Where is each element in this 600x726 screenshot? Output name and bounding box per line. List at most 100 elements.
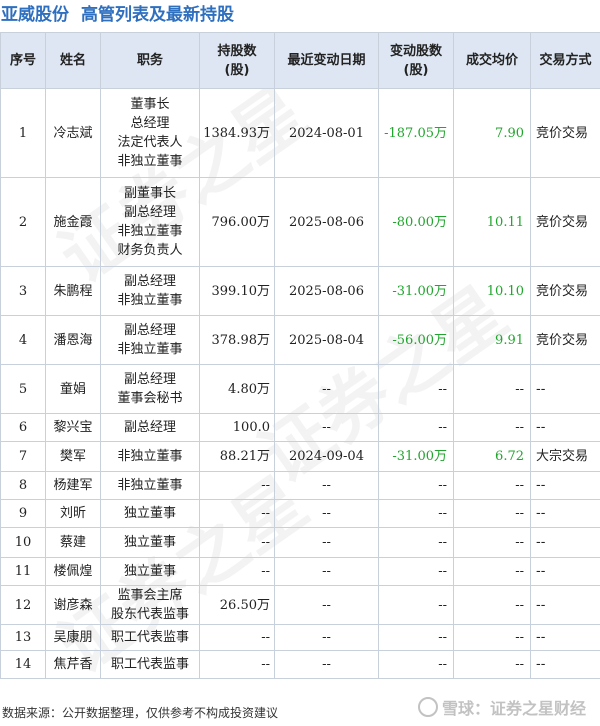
role-line: 副总经理 (123, 274, 176, 289)
cell-price: -- (453, 413, 531, 442)
table-row: 8 杨建军 非独立董事 -- -- -- -- -- (0, 471, 600, 500)
role-line: 独立董事 (123, 564, 176, 579)
cell-roles: 非独立董事 (100, 471, 200, 500)
cell-change: -- (378, 624, 454, 651)
cell-method: 竞价交易 (530, 266, 600, 316)
data-source-note: 数据来源：公开数据整理，仅供参考不构成投资建议 (2, 706, 279, 720)
role-line: 独立董事 (123, 506, 176, 521)
role-line: 副总经理 (123, 205, 176, 220)
cell-date: -- (274, 499, 379, 528)
cell-date: 2025-08-06 (274, 177, 379, 267)
cell-price: 7.90 (453, 88, 531, 178)
cell-date: -- (274, 413, 379, 442)
cell-date: -- (274, 364, 379, 414)
cell-price: 10.10 (453, 266, 531, 316)
cell-roles: 独立董事 (100, 557, 200, 586)
cell-name: 童娟 (45, 364, 101, 414)
cell-no: 8 (0, 471, 46, 500)
table-row: 9 刘昕 独立董事 -- -- -- -- -- (0, 499, 600, 528)
cell-name: 冷志斌 (45, 88, 101, 178)
cell-holding: -- (199, 624, 275, 651)
cell-method: 竞价交易 (530, 88, 600, 178)
cell-holding: 88.21万 (199, 441, 275, 472)
table-row: 12 谢彦森 监事会主席 股东代表监事 26.50万 -- -- -- -- (0, 585, 600, 625)
cell-price: 10.11 (453, 177, 531, 267)
header-text-line: 持股数 (217, 43, 257, 59)
table-row: 6 黎兴宝 副总经理 100.0 -- -- -- -- (0, 413, 600, 442)
cell-roles: 非独立董事 (100, 441, 200, 472)
col-header-price: 成交均价 (453, 32, 531, 89)
role-line: 监事会主席 (117, 588, 183, 603)
cell-method: -- (530, 527, 600, 558)
role-line: 总经理 (130, 116, 170, 131)
cell-price: 6.72 (453, 441, 531, 472)
role-line: 非独立董事 (117, 154, 183, 169)
cell-name: 樊军 (45, 441, 101, 472)
cell-change: -- (378, 499, 454, 528)
cell-roles: 副总经理 (100, 413, 200, 442)
cell-price: -- (453, 499, 531, 528)
cell-date: -- (274, 585, 379, 625)
role-line: 非独立董事 (117, 478, 183, 493)
cell-roles: 独立董事 (100, 527, 200, 558)
col-header-holding: 持股数 (股) (199, 32, 275, 89)
cell-change: -31.00万 (378, 266, 454, 316)
cell-roles: 董事长 总经理 法定代表人 非独立董事 (100, 88, 200, 178)
cell-method: -- (530, 585, 600, 625)
cell-date: -- (274, 624, 379, 651)
table-row: 4 潘恩海 副总经理 非独立董事 378.98万 2025-08-04 -56.00万 9.9… (0, 315, 600, 365)
cell-change: -- (378, 413, 454, 442)
table-row: 13 吴康朋 职工代表监事 -- -- -- -- -- (0, 624, 600, 651)
role-line: 财务负责人 (117, 243, 183, 258)
role-line: 非独立董事 (117, 293, 183, 308)
table-row: 2 施金霞 副董事长 副总经理 非独立董事 财务负责人 796.00万 2025-08-06-… (0, 177, 600, 267)
header-text-line: (股) (224, 62, 250, 78)
cell-change: -- (378, 364, 454, 414)
brand-watermark-text: 雪球：证券之星财经 (441, 699, 586, 718)
role-line: 法定代表人 (117, 135, 183, 150)
cell-roles: 副总经理 非独立董事 (100, 315, 200, 365)
title-bar: 亚威股份 高管列表及最新持股 (0, 0, 600, 32)
cell-method: 大宗交易 (530, 441, 600, 472)
role-line: 非独立董事 (117, 449, 183, 464)
cell-change: -- (378, 471, 454, 500)
table-row: 10 蔡建 独立董事 -- -- -- -- -- (0, 527, 600, 558)
table-body: 1 冷志斌 董事长 总经理 法定代表人 非独立董事 1384.93万 2024-08-01 -1… (0, 88, 600, 679)
cell-price: -- (453, 585, 531, 625)
table-row: 7 樊军 非独立董事 88.21万 2024-09-04 -31.00万 6.72 大宗交易 (0, 441, 600, 472)
cell-date: -- (274, 557, 379, 586)
cell-roles: 职工代表监事 (100, 624, 200, 651)
cell-holding: 399.10万 (199, 266, 275, 316)
col-header-date: 最近变动日期 (274, 32, 379, 89)
cell-holding: 1384.93万 (199, 88, 275, 178)
holdings-table-container: 序号 姓名 职务 持股数 (股) 最近变动日期 变动股数 (股) 成交均价 交易方式… (0, 32, 600, 679)
cell-no: 3 (0, 266, 46, 316)
role-line: 职工代表监事 (110, 630, 189, 645)
table-row: 11 楼佩煌 独立董事 -- -- -- -- -- (0, 557, 600, 586)
cell-roles: 职工代表监事 (100, 650, 200, 679)
cell-date: -- (274, 471, 379, 500)
page-title: 高管列表及最新持股 (81, 5, 234, 25)
cell-holding: 796.00万 (199, 177, 275, 267)
cell-holding: 100.0 (199, 413, 275, 442)
table-header-row: 序号 姓名 职务 持股数 (股) 最近变动日期 变动股数 (股) 成交均价 交易方式 (0, 32, 600, 89)
cell-no: 6 (0, 413, 46, 442)
cell-change: -- (378, 527, 454, 558)
cell-date: -- (274, 527, 379, 558)
cell-change: -56.00万 (378, 315, 454, 365)
cell-date: 2024-09-04 (274, 441, 379, 472)
cell-no: 9 (0, 499, 46, 528)
role-line: 股东代表监事 (110, 607, 189, 622)
cell-price: -- (453, 557, 531, 586)
col-header-name: 姓名 (45, 32, 101, 89)
cell-name: 施金霞 (45, 177, 101, 267)
cell-name: 吴康朋 (45, 624, 101, 651)
cell-name: 潘恩海 (45, 315, 101, 365)
cell-no: 14 (0, 650, 46, 679)
cell-name: 朱鹏程 (45, 266, 101, 316)
cell-change: -187.05万 (378, 88, 454, 178)
cell-no: 13 (0, 624, 46, 651)
role-line: 独立董事 (123, 535, 176, 550)
cell-name: 谢彦森 (45, 585, 101, 625)
cell-roles: 监事会主席股东代表监事 (100, 585, 200, 625)
